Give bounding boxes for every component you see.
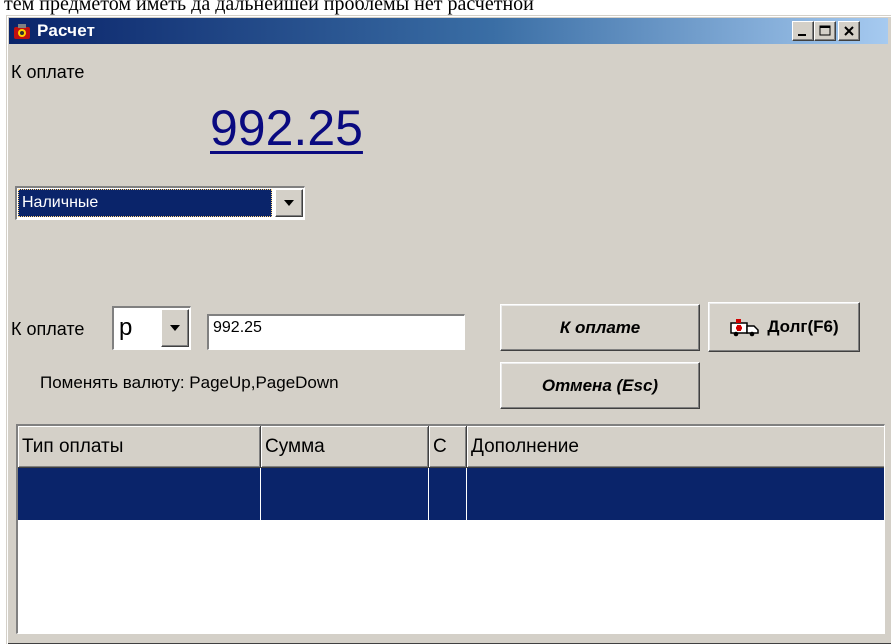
- payment-type-value: Наличные: [22, 194, 99, 211]
- payment-window: Расчет К оплате 992.25 Наличные К оплате…: [6, 15, 891, 644]
- pay-button[interactable]: К оплате: [500, 304, 700, 351]
- currency-dropdown-button[interactable]: [161, 309, 189, 347]
- currency-hint: Поменять валюту: PageUp,PageDown: [40, 373, 339, 392]
- close-button[interactable]: [838, 21, 860, 41]
- debt-button[interactable]: Долг(F6): [708, 302, 860, 352]
- close-icon: [844, 26, 854, 36]
- chevron-down-icon: [284, 200, 294, 206]
- currency-select[interactable]: р: [112, 306, 191, 350]
- column-header-addition[interactable]: Дополнение: [467, 426, 884, 468]
- minimize-icon: [798, 34, 806, 36]
- minimize-button[interactable]: [792, 21, 814, 41]
- pay-button-label: К оплате: [559, 317, 641, 337]
- ambulance-icon: [730, 319, 760, 337]
- to-pay-header-label: К оплате: [11, 62, 85, 82]
- table-header: Тип оплаты Сумма С Дополнение: [18, 426, 884, 468]
- window-title: Расчет: [37, 21, 96, 40]
- table-cell[interactable]: [261, 468, 429, 520]
- debt-button-label: Долг(F6): [767, 317, 839, 336]
- chevron-down-icon: [170, 325, 180, 331]
- title-bar[interactable]: Расчет: [9, 18, 888, 44]
- total-amount: 992.25: [210, 100, 363, 156]
- column-header-c[interactable]: С: [429, 426, 467, 468]
- payment-type-highlight: Наличные: [18, 189, 272, 217]
- amount-input[interactable]: 992.25: [207, 314, 465, 350]
- table-cell[interactable]: [18, 468, 261, 520]
- currency-value: р: [119, 314, 133, 341]
- maximize-button[interactable]: [814, 21, 836, 41]
- table-cell[interactable]: [467, 468, 884, 520]
- to-pay-label: К оплате: [11, 319, 85, 339]
- cancel-button[interactable]: Отмена (Esc): [500, 362, 700, 409]
- payment-type-select[interactable]: Наличные: [15, 186, 305, 220]
- cancel-button-label: Отмена (Esc): [541, 375, 659, 395]
- payment-type-dropdown-button[interactable]: [275, 189, 303, 217]
- background-document-text: тем предметом иметь да дальнейшей пробле…: [0, 0, 891, 16]
- table-cell[interactable]: [429, 468, 467, 520]
- column-header-sum[interactable]: Сумма: [261, 426, 429, 468]
- column-header-payment-type[interactable]: Тип оплаты: [18, 426, 261, 468]
- maximize-icon: [819, 25, 831, 36]
- payments-table[interactable]: Тип оплаты Сумма С Дополнение: [16, 424, 885, 634]
- table-row[interactable]: [18, 468, 884, 520]
- app-icon: [14, 24, 30, 39]
